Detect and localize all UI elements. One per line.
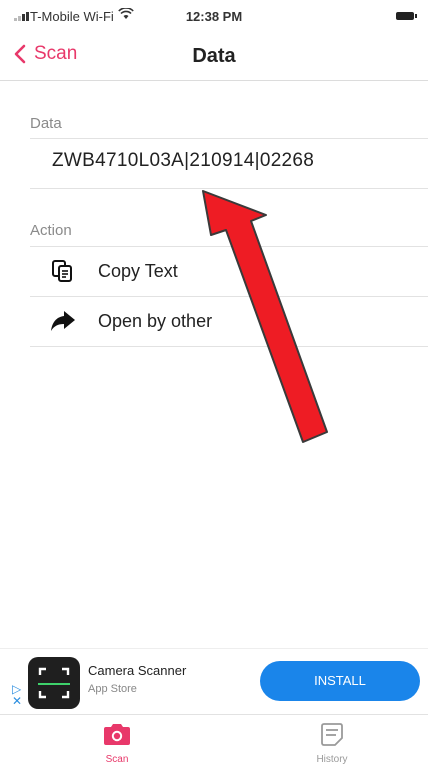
battery-icon	[396, 12, 417, 20]
scanned-data-value[interactable]: ZWB4710L03A|210914|02268	[52, 150, 314, 172]
copy-text-icon	[50, 259, 90, 283]
share-arrow-icon	[50, 310, 90, 332]
tab-scan[interactable]: Scan	[77, 721, 157, 765]
data-section-header: Data	[30, 115, 62, 132]
history-icon	[321, 723, 343, 746]
ad-banner[interactable]: ▷ ✕ Camera Scanner App Store INSTALL	[0, 648, 428, 715]
tab-scan-label: Scan	[105, 754, 129, 765]
red-arrow-annotation	[202, 190, 328, 443]
install-button[interactable]: INSTALL	[260, 661, 420, 701]
divider	[30, 138, 428, 139]
adchoices-icon[interactable]: ▷ ✕	[12, 683, 22, 707]
status-time: 12:38 PM	[185, 9, 243, 24]
navigation-bar: Scan Data	[0, 34, 428, 81]
tab-history[interactable]: History	[292, 721, 372, 765]
camera-icon	[104, 724, 130, 745]
ad-store-label: App Store	[88, 683, 137, 695]
action-section-header: Action	[30, 222, 72, 239]
ad-app-name[interactable]: Camera Scanner	[88, 663, 186, 678]
camera-scanner-app-icon[interactable]	[28, 657, 80, 709]
tab-history-label: History	[316, 754, 348, 765]
copy-text-label: Copy Text	[98, 260, 178, 281]
page-title: Data	[192, 45, 236, 67]
tab-bar: Scan History	[0, 714, 428, 768]
status-bar: T-Mobile Wi-Fi 12:38 PM	[0, 0, 428, 34]
